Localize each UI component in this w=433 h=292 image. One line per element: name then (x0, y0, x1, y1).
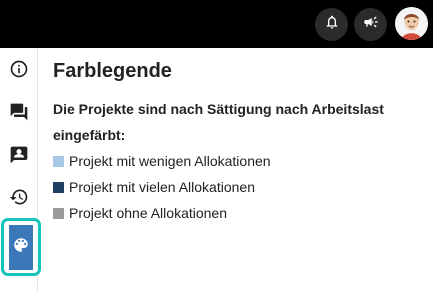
legend-swatch (53, 155, 64, 167)
top-bar (0, 0, 433, 48)
color-legend-panel: Farblegende Die Projekte sind nach Sätti… (53, 58, 423, 226)
panel-description: Die Projekte sind nach Sättigung nach Ar… (53, 101, 384, 143)
app-root: Farblegende Die Projekte sind nach Sätti… (0, 0, 433, 292)
megaphone-icon (363, 14, 379, 35)
user-avatar[interactable] (395, 7, 428, 40)
history-icon (9, 187, 29, 212)
legend-label: Projekt mit wenigen Allokationen (69, 153, 271, 169)
legend-list: Projekt mit wenigen Allokationen Projekt… (53, 148, 423, 226)
info-icon (9, 59, 29, 84)
legend-swatch (53, 207, 64, 219)
notifications-button[interactable] (315, 8, 348, 41)
chat-button[interactable] (8, 103, 30, 125)
announcements-button[interactable] (354, 8, 387, 41)
info-button[interactable] (8, 60, 30, 82)
palette-icon (12, 236, 30, 259)
chat-icon (9, 102, 29, 127)
legend-label: Projekt ohne Allokationen (69, 205, 227, 221)
legend-tab-button[interactable] (9, 225, 33, 270)
contact-button[interactable] (8, 146, 30, 168)
bell-icon (324, 14, 340, 35)
legend-item: Projekt ohne Allokationen (53, 200, 423, 226)
panel-title: Farblegende (53, 60, 172, 82)
legend-swatch (53, 181, 64, 193)
legend-label: Projekt mit vielen Allokationen (69, 179, 255, 195)
legend-item: Projekt mit vielen Allokationen (53, 174, 423, 200)
contact-card-icon (9, 145, 29, 170)
history-button[interactable] (8, 188, 30, 210)
legend-item: Projekt mit wenigen Allokationen (53, 148, 423, 174)
legend-tab-highlight (1, 218, 41, 276)
